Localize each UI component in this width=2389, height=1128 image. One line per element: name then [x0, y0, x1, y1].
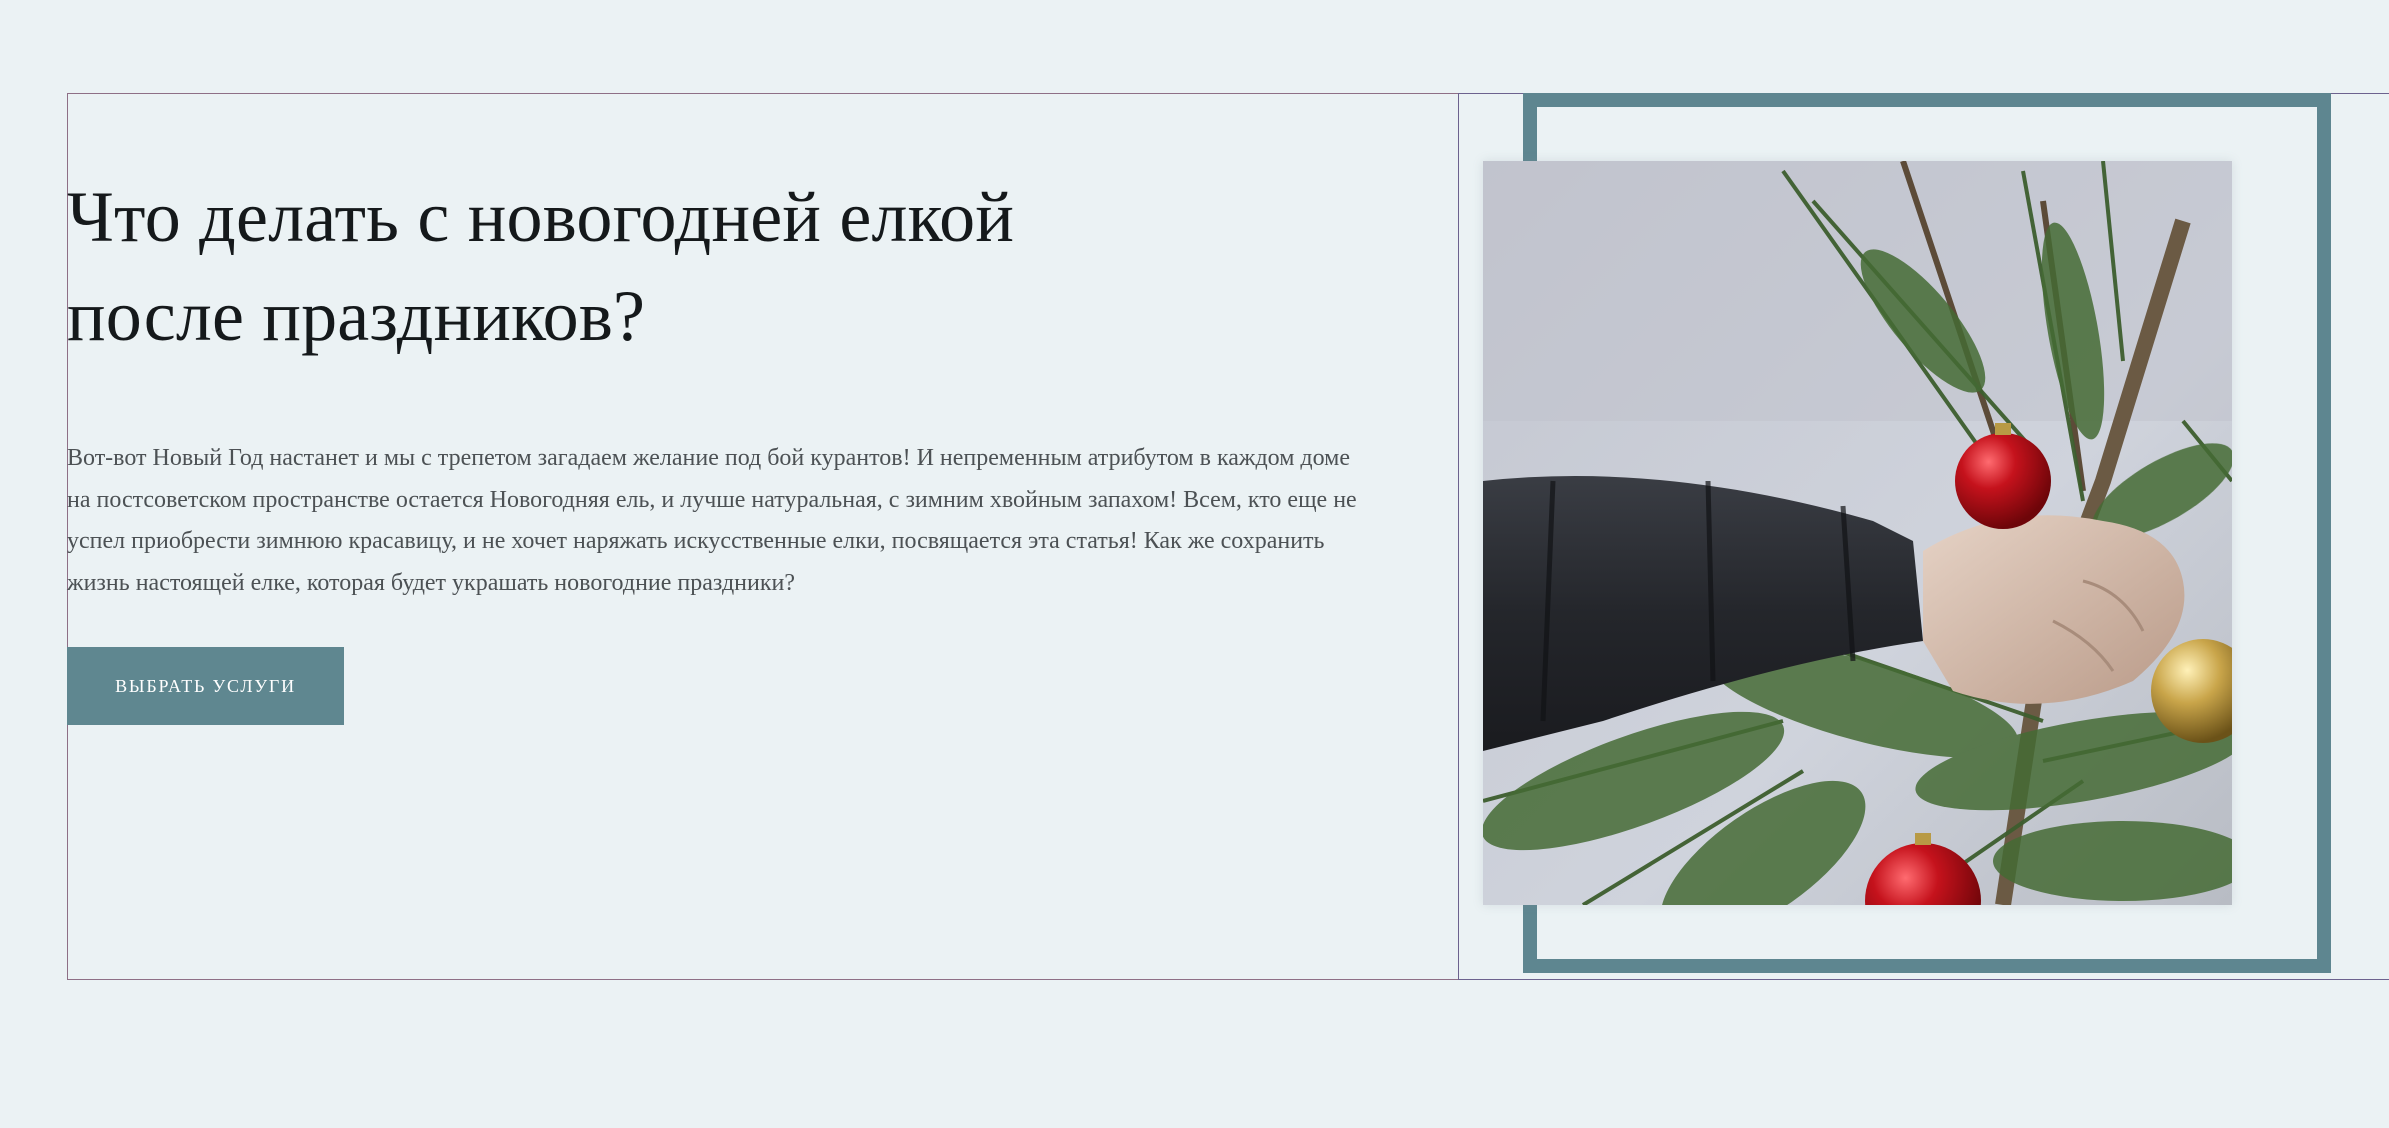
- choose-services-button[interactable]: ВЫБРАТЬ УСЛУГИ: [67, 647, 344, 725]
- page-title: Что делать с новогодней елкой после праз…: [67, 168, 1217, 366]
- page: Что делать с новогодней елкой после праз…: [0, 0, 2389, 1128]
- intro-paragraph: Вот-вот Новый Год настанет и мы с трепет…: [67, 445, 1357, 596]
- page-title-line-2: после праздников?: [67, 276, 646, 356]
- page-title-line-1: Что делать с новогодней елкой: [67, 177, 1015, 257]
- christmas-tree-photo: [1483, 161, 2232, 905]
